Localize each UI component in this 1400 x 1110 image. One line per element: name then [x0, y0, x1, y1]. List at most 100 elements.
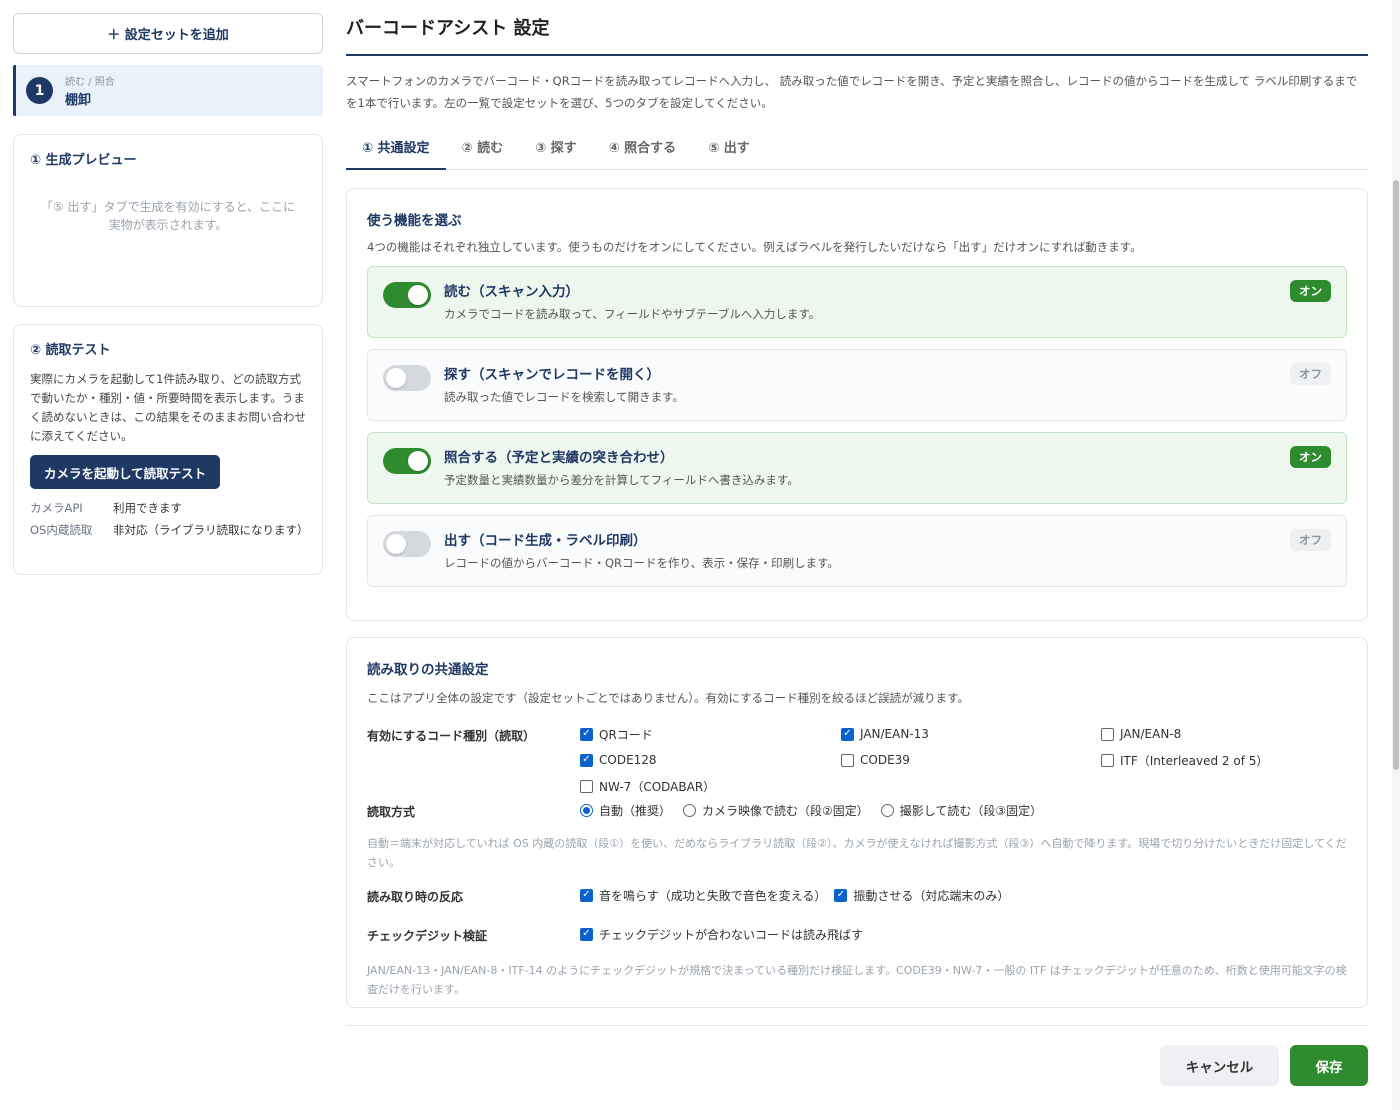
feature-title: 照合する（予定と実績の突き合わせ） — [444, 450, 674, 466]
option-label: カメラ映像で読む（段②固定） — [702, 803, 869, 818]
feature-collate: 照合する（予定と実績の突き合わせ） 予定数量と実績数量から差分を計算してフィール… — [367, 432, 1347, 504]
feature-search-toggle[interactable] — [383, 365, 431, 391]
read-settings-description: ここはアプリ全体の設定です（設定セットごとではありません）。有効にするコード種別… — [367, 691, 970, 705]
feature-search: 探す（スキャンでレコードを開く） 読み取った値でレコードを検索して開きます。 オ… — [367, 349, 1347, 421]
checkdigit-option[interactable]: ✓ チェックデジットが合わないコードは読み飛ばす — [580, 925, 1347, 943]
option-label: JAN/EAN-8 — [1120, 727, 1182, 741]
method-option[interactable]: カメラ映像で読む（段②固定） — [683, 801, 869, 819]
checkbox[interactable]: ✓ — [841, 727, 854, 741]
checkbox[interactable]: ✓ — [580, 888, 593, 902]
checkbox[interactable] — [1101, 753, 1114, 767]
toggle-knob — [386, 534, 406, 554]
tab-common[interactable]: ① 共通設定 — [346, 130, 446, 170]
preview-title: ① 生成プレビュー — [30, 153, 137, 168]
option-label: CODE39 — [860, 753, 910, 767]
code-type-option[interactable]: ITF（Interleaved 2 of 5） — [1101, 751, 1347, 769]
read-test-title: ② 読取テスト — [30, 343, 111, 358]
method-option[interactable]: 撮影して読む（段③固定） — [880, 801, 1043, 819]
set-number-badge: 1 — [26, 77, 53, 104]
status-badge: オン — [1290, 446, 1331, 468]
status-row: OS内蔵読取 非対応（ライブラリ読取になります） — [30, 520, 309, 540]
cancel-button[interactable]: キャンセル — [1160, 1045, 1279, 1086]
status-row: カメラAPI 利用できます — [30, 498, 306, 518]
save-button[interactable]: 保存 — [1290, 1045, 1368, 1086]
option-label: 自動（推奨） — [599, 803, 672, 818]
scrollbar[interactable] — [1392, 0, 1400, 1110]
code-type-option[interactable]: ✓ QRコード — [580, 725, 841, 743]
reaction-option[interactable]: ✓ 音を鳴らす（成功と失敗で音色を変える） — [580, 886, 826, 904]
method-row: 読取方式 自動（推奨） カメラ映像で読む（段②固定） 撮影して読む（段③固定） — [367, 801, 1347, 820]
status-badge: オフ — [1290, 529, 1331, 551]
main-content: バーコードアシスト 設定 スマートフォンのカメラでバーコード・QRコードを読み取… — [346, 0, 1368, 1008]
toggle-knob — [408, 451, 428, 471]
sidebar: ＋ 設定セットを追加 1 読む / 照合 棚卸 ① 生成プレビュー 「⑤ 出す」… — [13, 13, 323, 575]
feature-description: 読み取った値でレコードを検索して開きます。 — [444, 390, 685, 404]
add-setting-set-button[interactable]: ＋ 設定セットを追加 — [13, 13, 323, 54]
tab-collate[interactable]: ④ 照合する — [593, 130, 693, 170]
checkdigit-label: チェックデジット検証 — [367, 929, 488, 943]
checkbox[interactable]: ✓ — [580, 927, 593, 941]
feature-read: 読む（スキャン入力） カメラでコードを読み取って、フィールドやサブテーブルへ入力… — [367, 266, 1347, 338]
radio[interactable] — [683, 803, 697, 817]
checkbox[interactable]: ✓ — [834, 888, 848, 902]
reaction-options: ✓ 音を鳴らす（成功と失敗で音色を変える） ✓ 振動させる（対応端末のみ） — [580, 886, 1347, 905]
tab-read[interactable]: ② 読む — [446, 130, 520, 170]
option-label: 音を鳴らす（成功と失敗で音色を変える） — [599, 888, 827, 903]
reaction-option[interactable]: ✓ 振動させる（対応端末のみ） — [834, 886, 1009, 904]
tab-search[interactable]: ③ 探す — [519, 130, 593, 170]
read-settings-title: 読み取りの共通設定 — [367, 662, 489, 678]
set-text: 読む / 照合 棚卸 — [65, 73, 115, 108]
option-label: 撮影して読む（段③固定） — [899, 803, 1043, 818]
checkbox[interactable] — [1101, 727, 1114, 741]
features-description: 4つの機能はそれぞれ独立しています。使うものだけをオンにしてください。例えばラベ… — [367, 240, 1142, 254]
reaction-label: 読み取り時の反応 — [367, 890, 464, 904]
code-type-option[interactable]: ✓ CODE128 — [580, 751, 841, 769]
checkbox[interactable] — [841, 753, 854, 767]
feature-description: 予定数量と実績数量から差分を計算してフィールドへ書き込みます。 — [444, 473, 799, 487]
option-label: チェックデジットが合わないコードは読み飛ばす — [599, 927, 864, 942]
code-type-option[interactable]: ✓ JAN/EAN-13 — [841, 725, 1101, 743]
code-type-option[interactable]: JAN/EAN-8 — [1101, 725, 1347, 743]
method-option[interactable]: 自動（推奨） — [580, 801, 671, 819]
start-camera-test-button[interactable]: カメラを起動して読取テスト — [30, 455, 221, 489]
status-value: 利用できます — [113, 501, 182, 515]
feature-read-toggle[interactable] — [383, 282, 431, 308]
scrollbar-thumb[interactable] — [1393, 180, 1399, 770]
option-label: NW-7（CODABAR） — [599, 779, 716, 794]
features-title: 使う機能を選ぶ — [367, 213, 462, 229]
option-label: CODE128 — [599, 753, 657, 767]
code-type-option[interactable]: NW-7（CODABAR） — [580, 777, 841, 795]
feature-collate-toggle[interactable] — [383, 448, 431, 474]
status-badge: オン — [1290, 280, 1331, 302]
feature-description: レコードの値からバーコード・QRコードを作り、表示・保存・印刷します。 — [444, 556, 839, 570]
method-options: 自動（推奨） カメラ映像で読む（段②固定） 撮影して読む（段③固定） — [580, 801, 1347, 820]
read-settings-section: 読み取りの共通設定 ここはアプリ全体の設定です（設定セットごとではありません）。… — [346, 637, 1368, 1008]
toggle-knob — [386, 368, 406, 388]
feature-output: 出す（コード生成・ラベル印刷） レコードの値からバーコード・QRコードを作り、表… — [367, 515, 1347, 587]
set-name: 棚卸 — [65, 93, 92, 108]
status-key: OS内蔵読取 — [30, 523, 93, 537]
checkbox[interactable]: ✓ — [580, 753, 593, 767]
setting-set-item[interactable]: 1 読む / 照合 棚卸 — [13, 65, 323, 116]
option-label: QRコード — [599, 727, 653, 742]
method-label: 読取方式 — [367, 805, 416, 819]
feature-title: 読む（スキャン入力） — [444, 284, 579, 300]
option-label: ITF（Interleaved 2 of 5） — [1120, 753, 1269, 768]
checkbox[interactable]: ✓ — [580, 727, 593, 741]
status-key: カメラAPI — [30, 501, 83, 515]
radio[interactable] — [880, 803, 894, 817]
checkbox[interactable] — [580, 779, 593, 793]
preview-empty-text: 「⑤ 出す」タブで生成を有効にすると、ここに実物が表示されます。 — [40, 200, 296, 232]
method-note: 自動＝端末が対応していれば OS 内蔵の読取（段①）を使い、だめならライブラリ読… — [367, 837, 1347, 869]
tab-output[interactable]: ⑤ 出す — [692, 130, 766, 170]
status-badge: オフ — [1290, 363, 1331, 385]
checkdigit-note: JAN/EAN-13・JAN/EAN-8・ITF-14 のようにチェックデジット… — [367, 964, 1347, 996]
option-label: 振動させる（対応端末のみ） — [853, 888, 1010, 903]
code-type-option[interactable]: CODE39 — [841, 751, 1101, 769]
tab-bar: ① 共通設定 ② 読む ③ 探す ④ 照合する ⑤ 出す — [346, 130, 1368, 170]
features-section: 使う機能を選ぶ 4つの機能はそれぞれ独立しています。使うものだけをオンにしてくだ… — [346, 188, 1368, 621]
checkdigit-row: チェックデジット検証 ✓ チェックデジットが合わないコードは読み飛ばす — [367, 925, 1347, 944]
page-title: バーコードアシスト 設定 — [346, 14, 1368, 56]
feature-output-toggle[interactable] — [383, 531, 431, 557]
radio[interactable] — [580, 803, 593, 817]
